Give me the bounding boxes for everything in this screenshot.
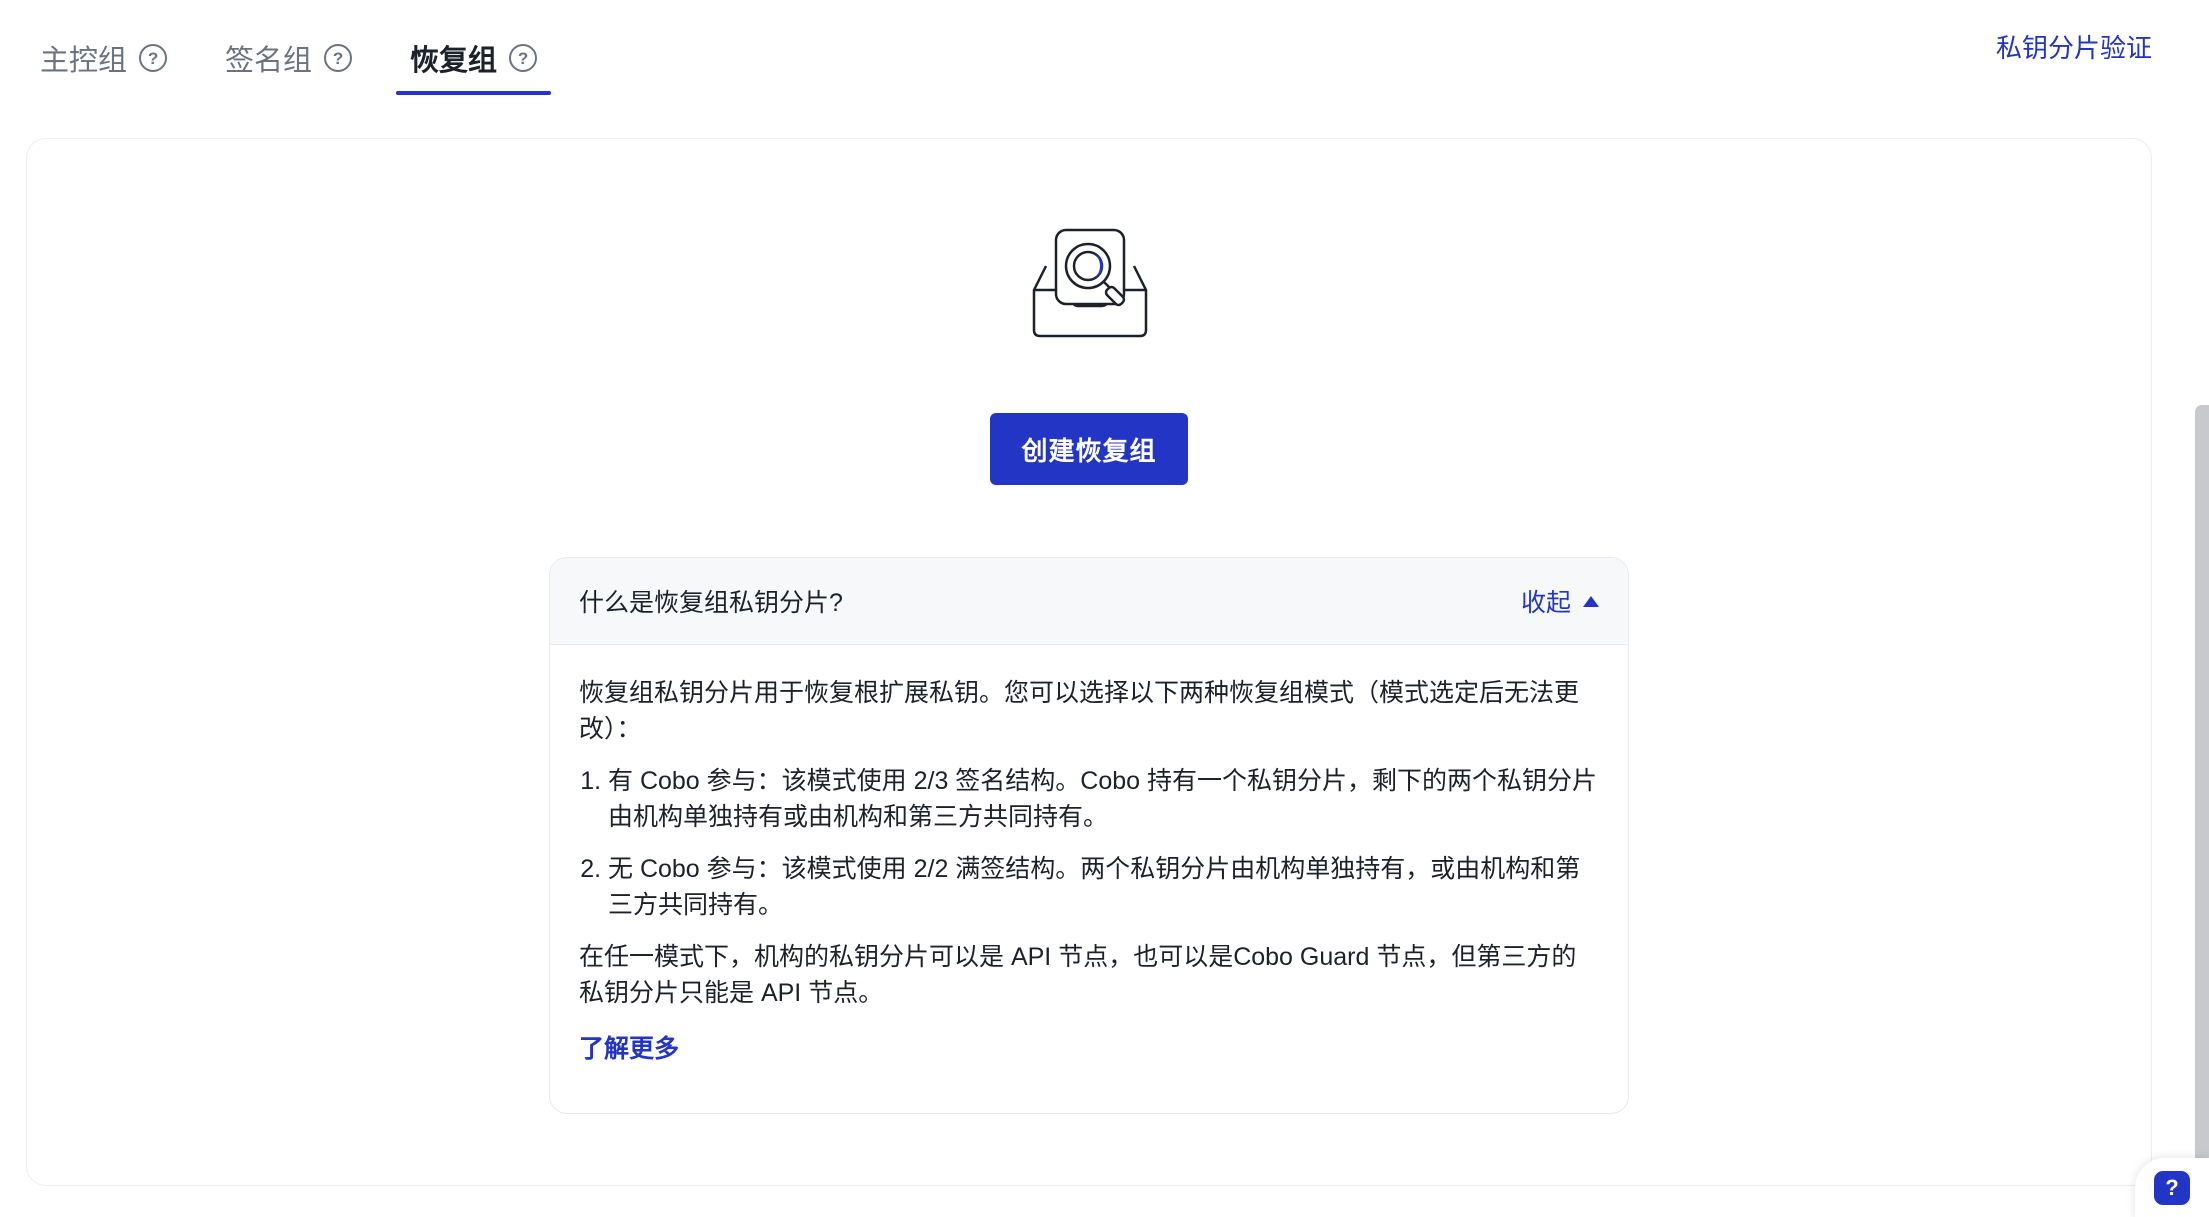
inbox-search-illustration: [1032, 228, 1148, 338]
triangle-up-icon: [1583, 595, 1599, 607]
list-item: 有 Cobo 参与：该模式使用 2/3 签名结构。Cobo 持有一个私钥分片，剩…: [608, 763, 1599, 835]
tab-label: 主控组: [40, 45, 128, 77]
collapse-label: 收起: [1520, 589, 1571, 617]
tab-label: 签名组: [225, 45, 313, 77]
learn-more-link[interactable]: 了解更多: [579, 1031, 679, 1067]
group-tabs: 主控组 ? 签名组 ? 恢复组 ?: [40, 32, 595, 96]
tab-master-group[interactable]: 主控组 ?: [40, 32, 168, 84]
info-panel-header: 什么是恢复组私钥分片? 收起: [550, 558, 1628, 645]
scrollbar[interactable]: [2195, 405, 2209, 1217]
help-chat-button[interactable]: ?: [2135, 1158, 2209, 1217]
key-share-verification-link[interactable]: 私钥分片验证: [1996, 28, 2152, 65]
mode-list: 有 Cobo 参与：该模式使用 2/3 签名结构。Cobo 持有一个私钥分片，剩…: [579, 763, 1599, 923]
collapse-toggle[interactable]: 收起: [1521, 583, 1599, 619]
tab-signing-group[interactable]: 签名组 ?: [225, 32, 353, 84]
page: 主控组 ? 签名组 ? 恢复组 ? 私钥分片验证 创建恢复组 什么是恢复组私钥分…: [0, 0, 2209, 1217]
question-circle-icon[interactable]: ?: [139, 44, 168, 72]
info-intro: 恢复组私钥分片用于恢复根扩展私钥。您可以选择以下两种恢复组模式（模式选定后无法更…: [579, 679, 1580, 743]
info-panel-body: 恢复组私钥分片用于恢复根扩展私钥。您可以选择以下两种恢复组模式（模式选定后无法更…: [550, 645, 1628, 1067]
question-circle-icon[interactable]: ?: [509, 44, 538, 72]
list-item: 无 Cobo 参与：该模式使用 2/2 满签结构。两个私钥分片由机构单独持有，或…: [608, 851, 1599, 923]
info-panel: 什么是恢复组私钥分片? 收起 恢复组私钥分片用于恢复根扩展私钥。您可以选择以下两…: [549, 557, 1629, 1114]
help-chat-icon: ?: [2154, 1170, 2190, 1205]
create-recovery-group-button[interactable]: 创建恢复组: [990, 413, 1188, 485]
info-note: 在任一模式下，机构的私钥分片可以是 API 节点，也可以是Cobo Guard …: [579, 943, 1577, 1007]
tab-recovery-group[interactable]: 恢复组 ?: [396, 32, 552, 95]
question-circle-icon[interactable]: ?: [324, 44, 353, 72]
info-panel-title: 什么是恢复组私钥分片?: [579, 589, 843, 617]
tab-label: 恢复组: [410, 45, 498, 77]
